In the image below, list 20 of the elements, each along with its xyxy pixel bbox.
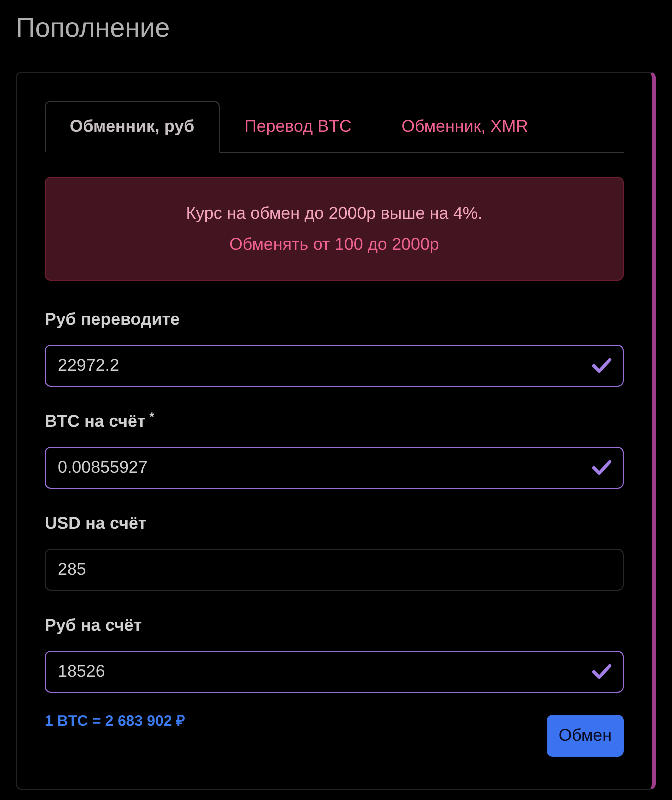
tab[interactable]: Обменник, XMR [376, 101, 554, 152]
field-label: USD на счёт [45, 513, 147, 535]
page-title: Пополнение [16, 12, 170, 44]
alert-text: Обменять от 100 до 2000р [230, 234, 440, 256]
input-field[interactable]: 18526 [45, 651, 624, 693]
field-label: Руб на счёт [45, 615, 142, 637]
input-field[interactable]: 285 [45, 549, 624, 591]
tab[interactable]: Обменник, руб [45, 101, 220, 153]
input-field[interactable]: 0.00855927 [45, 447, 624, 489]
exchange-rate: 1 BTC = 2 683 902 ₽ [45, 712, 186, 732]
field-label: Руб переводите [45, 309, 180, 331]
input-field[interactable]: 22972.2 [45, 345, 624, 387]
check-icon [592, 460, 612, 476]
check-icon [592, 358, 612, 374]
exchange-button[interactable]: Обмен [546, 715, 624, 757]
check-icon [592, 664, 612, 680]
required-mark: * [150, 409, 154, 425]
alert-text: Курс на обмен до 2000р выше на 4%. [186, 202, 483, 224]
tab[interactable]: Перевод BTC [220, 101, 377, 152]
field-label: BTC на счёт [45, 411, 146, 433]
